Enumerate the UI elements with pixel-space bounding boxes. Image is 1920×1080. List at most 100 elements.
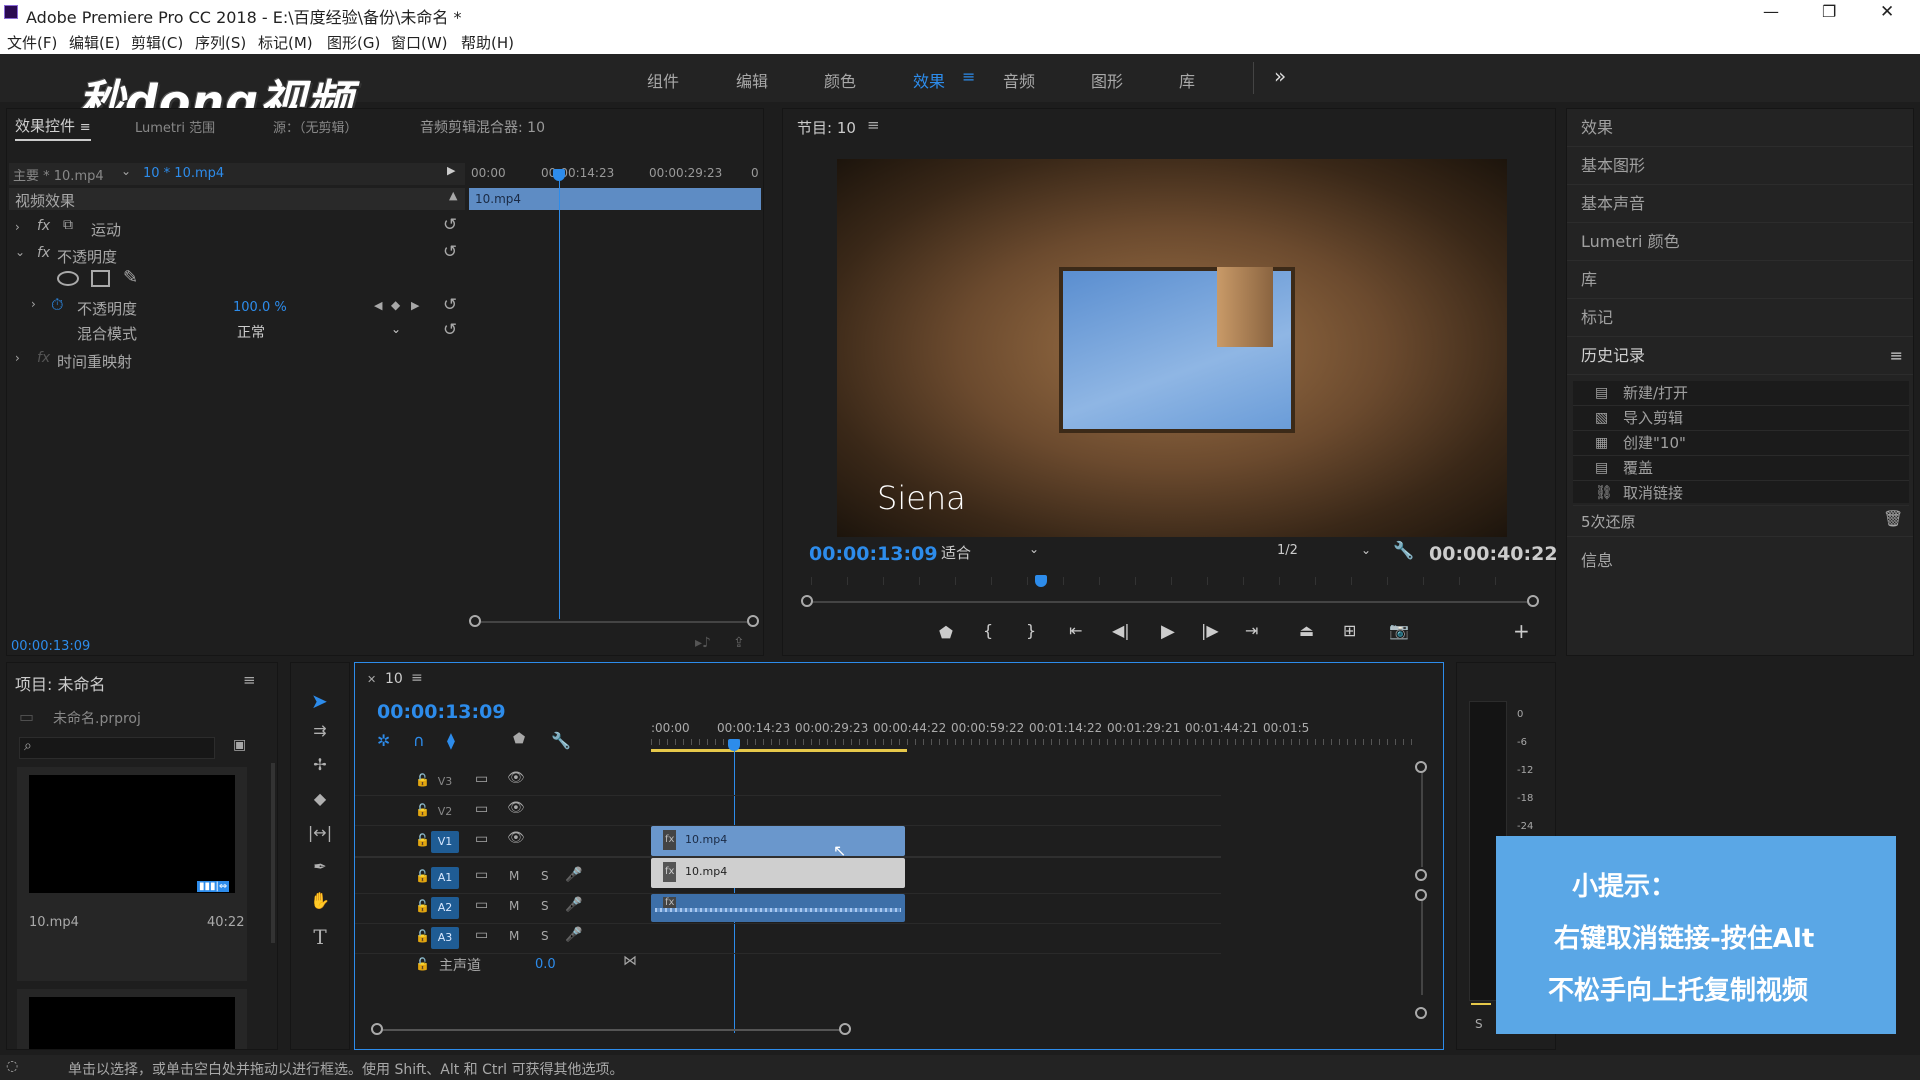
lock-icon[interactable]: 🔓 xyxy=(415,773,430,787)
timeline-timecode[interactable]: 00:00:13:09 xyxy=(377,701,506,723)
ec-clip-label[interactable]: 10 * 10.mp4 xyxy=(143,166,224,181)
settings-wrench-icon[interactable]: 🔧 xyxy=(1393,541,1414,561)
ec-zoom-scrollbar[interactable] xyxy=(475,621,755,623)
lift-icon[interactable]: ⏏ xyxy=(1299,621,1314,640)
menu-sequence[interactable]: 序列(S) xyxy=(195,32,246,53)
timeline-zoom-handle-right[interactable] xyxy=(839,1023,851,1035)
play-only-audio-icon[interactable]: ▸♪ xyxy=(695,635,711,651)
track-scrollbar[interactable] xyxy=(1421,767,1423,867)
clip-thumbnail[interactable]: ▮▮▮|⇔ 10.mp4 40:22 xyxy=(17,767,247,981)
pen-tool-icon[interactable]: ✒ xyxy=(305,857,335,876)
menu-help[interactable]: 帮助(H) xyxy=(461,32,514,53)
go-to-end-icon[interactable]: ⋈ xyxy=(623,953,637,969)
track-a1-label[interactable]: A1 xyxy=(431,867,459,889)
history-item[interactable]: ▤ 新建/打开 xyxy=(1573,381,1909,406)
close-button[interactable]: ✕ xyxy=(1880,2,1894,22)
project-search-input[interactable]: ⌕ xyxy=(19,737,215,759)
mute-button[interactable]: M xyxy=(509,899,519,913)
eye-icon[interactable]: 👁 xyxy=(507,770,525,786)
step-forward-icon[interactable]: |▶ xyxy=(1201,621,1219,640)
add-marker-icon[interactable]: ⬟ xyxy=(939,623,953,642)
menu-window[interactable]: 窗口(W) xyxy=(391,32,448,53)
reset-icon[interactable]: ↺ xyxy=(443,242,457,262)
slip-tool-icon[interactable]: |↔| xyxy=(305,823,335,842)
ws-more-button[interactable]: » xyxy=(1274,64,1286,88)
clip-v2[interactable]: fx 10.mp4 xyxy=(651,826,905,856)
timeline-tab[interactable]: 10 xyxy=(385,671,403,687)
play-icon[interactable]: ▶ xyxy=(1161,621,1175,642)
ripple-edit-tool-icon[interactable]: ✢ xyxy=(305,755,335,774)
rp-lumetri-color[interactable]: Lumetri 颜色 xyxy=(1567,223,1913,261)
sync-lock-icon[interactable]: ▭ xyxy=(475,771,488,787)
pen-mask-icon[interactable]: ✎ xyxy=(123,267,138,288)
ec-timecode[interactable]: 00:00:13:09 xyxy=(11,639,90,654)
mic-icon[interactable]: 🎤 xyxy=(565,867,582,883)
program-playhead[interactable] xyxy=(1035,575,1047,587)
solo-button[interactable]: S xyxy=(541,929,549,943)
scroll-up-icon[interactable]: ▲ xyxy=(449,189,457,202)
ec-zoom-handle-left[interactable] xyxy=(469,615,481,627)
ec-playhead-handle[interactable] xyxy=(553,169,565,181)
timeline-zoom-bar[interactable] xyxy=(377,1029,843,1031)
mic-icon[interactable]: 🎤 xyxy=(565,927,582,943)
program-title[interactable]: 节目: 10 xyxy=(797,117,856,138)
rp-libraries[interactable]: 库 xyxy=(1567,261,1913,299)
mic-icon[interactable]: 🎤 xyxy=(565,897,582,913)
fx-badge[interactable]: fx xyxy=(37,218,50,234)
scroll-handle[interactable] xyxy=(1415,869,1427,881)
snap-magnet-icon[interactable]: ∩ xyxy=(413,731,425,750)
menu-edit[interactable]: 编辑(E) xyxy=(69,32,120,53)
play-triangle-icon[interactable]: ▶ xyxy=(447,164,455,177)
rp-markers[interactable]: 标记 xyxy=(1567,299,1913,337)
lock-icon[interactable]: 🔓 xyxy=(415,899,430,913)
timeline-zoom-handle-left[interactable] xyxy=(371,1023,383,1035)
expand-chevron-icon[interactable]: ⌄ xyxy=(15,245,25,259)
track-v1-label[interactable]: V1 xyxy=(431,831,459,853)
ellipse-mask-icon[interactable] xyxy=(57,271,79,286)
fx-badge[interactable]: fx xyxy=(37,245,50,261)
lock-icon[interactable]: 🔓 xyxy=(415,833,430,847)
sync-lock-icon[interactable]: ▭ xyxy=(475,867,488,883)
ec-tab-audio-mixer[interactable]: 音频剪辑混合器: 10 xyxy=(420,117,545,137)
ec-clip-bar[interactable]: 10.mp4 xyxy=(469,188,761,210)
expand-chevron-icon[interactable]: › xyxy=(15,351,20,365)
rp-effects[interactable]: 效果 xyxy=(1567,109,1913,147)
nest-icon[interactable]: ✲ xyxy=(377,731,390,750)
history-item[interactable]: ▤ 覆盖 xyxy=(1573,456,1909,481)
track-a2-label[interactable]: A2 xyxy=(431,897,459,919)
meter-solo-button[interactable]: S xyxy=(1475,1017,1483,1031)
minimize-button[interactable]: — xyxy=(1763,2,1779,21)
trash-icon[interactable]: 🗑 xyxy=(1883,509,1903,528)
timeline-ruler[interactable]: :00:00 00:00:14:23 00:00:29:23 00:00:44:… xyxy=(651,721,1417,753)
export-icon[interactable]: ⇪ xyxy=(733,635,745,651)
next-keyframe-icon[interactable]: ▶ xyxy=(411,299,419,312)
expand-chevron-icon[interactable]: › xyxy=(31,297,36,311)
menu-graphics[interactable]: 图形(G) xyxy=(327,32,380,53)
solo-button[interactable]: S xyxy=(541,869,549,883)
sync-lock-icon[interactable]: ▭ xyxy=(475,801,488,817)
eye-icon[interactable]: 👁 xyxy=(507,800,525,816)
scroll-handle[interactable] xyxy=(1415,889,1427,901)
mark-out-icon[interactable]: } xyxy=(1026,621,1036,640)
history-item[interactable]: ▦ 创建"10" xyxy=(1573,431,1909,456)
rp-info[interactable]: 信息 xyxy=(1581,547,1613,571)
razor-tool-icon[interactable]: ◆ xyxy=(305,789,335,808)
linked-selection-icon[interactable]: ⧫ xyxy=(447,731,455,750)
add-keyframe-icon[interactable]: ◆ xyxy=(391,298,400,312)
stopwatch-icon[interactable]: ⏱ xyxy=(51,295,63,315)
track-v3-label[interactable]: V3 xyxy=(431,771,459,793)
type-tool-icon[interactable]: T xyxy=(305,925,335,949)
track-scrollbar[interactable] xyxy=(1421,895,1423,995)
prev-keyframe-icon[interactable]: ◀ xyxy=(374,299,382,312)
ec-tab-source[interactable]: 源：（无剪辑） xyxy=(273,117,358,136)
go-to-out-icon[interactable]: ⇥ xyxy=(1245,621,1258,640)
solo-button[interactable]: S xyxy=(541,899,549,913)
project-scrollbar[interactable] xyxy=(271,763,275,943)
ec-tab-lumetri-scopes[interactable]: Lumetri 范围 xyxy=(135,117,215,136)
mute-button[interactable]: M xyxy=(509,869,519,883)
menu-marker[interactable]: 标记(M) xyxy=(258,32,313,53)
reset-icon[interactable]: ↺ xyxy=(443,215,457,235)
ws-tab-assembly[interactable]: 组件 xyxy=(647,68,679,92)
mark-in-icon[interactable]: { xyxy=(983,621,993,640)
clip-thumbnail-second[interactable] xyxy=(17,989,247,1049)
